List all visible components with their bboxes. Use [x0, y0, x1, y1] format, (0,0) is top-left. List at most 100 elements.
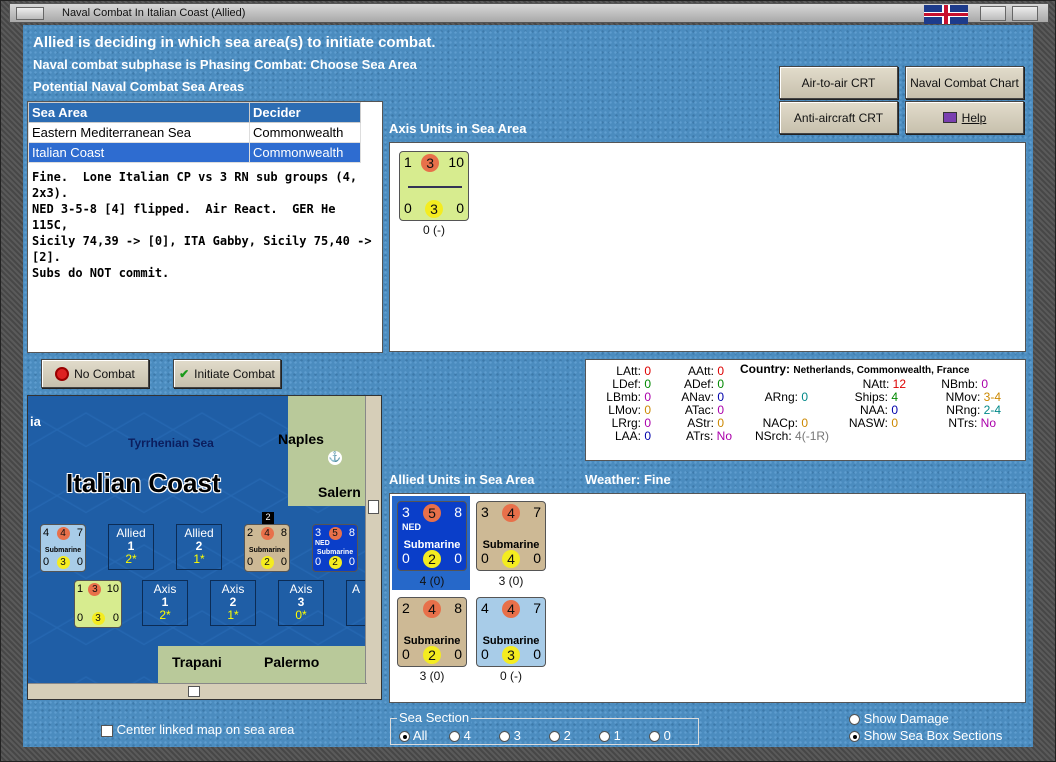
minimize-button[interactable]: [980, 6, 1006, 21]
counter-range: 2: [260, 556, 274, 569]
sea-section-4[interactable]: 4: [449, 728, 471, 743]
combat-note: Fine. Lone Italian CP vs 3 RN sub groups…: [32, 170, 372, 280]
anti-aircraft-label: Anti-aircraft CRT: [793, 110, 884, 125]
radio-1[interactable]: [599, 731, 610, 743]
scroll-thumb[interactable]: [368, 500, 379, 514]
counter-asw: 0: [112, 612, 119, 624]
sea-section-0[interactable]: 0: [649, 728, 671, 743]
box-stars: 1*: [227, 608, 239, 622]
box-stars: 1*: [193, 552, 205, 566]
map-vertical-scrollbar[interactable]: [365, 396, 381, 699]
counter-asw: 0: [533, 550, 541, 566]
show-boxes-option[interactable]: Show Sea Box Sections: [849, 728, 1002, 743]
box-side: A: [351, 582, 360, 596]
radio-4[interactable]: [449, 731, 460, 743]
sea-section-group: Sea Section All 4 3 2 1 0: [390, 710, 699, 745]
sea-box-axis-3[interactable]: Axis 3 0*: [278, 580, 324, 626]
sea-box-allied-1[interactable]: Allied 1 2*: [108, 524, 154, 570]
sea-section-3[interactable]: 3: [499, 728, 521, 743]
sea-section-1[interactable]: 1: [599, 728, 621, 743]
initiate-combat-button[interactable]: ✔ Initiate Combat: [173, 359, 281, 388]
sea-name-label: Tyrrhenian Sea: [128, 436, 214, 450]
city-naples: Naples: [278, 431, 324, 447]
sea-section-2[interactable]: 2: [549, 728, 571, 743]
table-row-selected[interactable]: Italian Coast Commonwealth: [28, 142, 361, 163]
stat-nrng: 2-4: [983, 403, 1001, 417]
counter-range: 3: [91, 612, 105, 625]
scroll-thumb[interactable]: [188, 686, 200, 697]
col-decider[interactable]: Decider: [249, 102, 361, 123]
city-salerno: Salern: [318, 484, 361, 500]
radio-0[interactable]: [649, 731, 660, 743]
stat-nmov-label: NMov:: [945, 390, 981, 404]
axis-unit-counter[interactable]: 1 3 10 030: [399, 151, 469, 221]
cell-decider: Commonwealth: [249, 122, 361, 143]
no-entry-icon: [55, 366, 70, 381]
stat-anav-label: ANav:: [681, 390, 714, 404]
allied-unit-counter[interactable]: 358 NED Submarine 020: [397, 501, 467, 571]
stat-lbmb-label: LBmb:: [606, 390, 641, 404]
area-name-label: Italian Coast: [66, 468, 221, 498]
map-counter[interactable]: 1 3 10 030: [74, 580, 122, 628]
sea-box-axis-4[interactable]: A: [346, 580, 366, 626]
col-sea-area[interactable]: Sea Area: [28, 102, 250, 123]
counter-nation: NED: [315, 540, 330, 547]
stat-ntrs-label: NTrs:: [948, 416, 978, 430]
sea-box-axis-2[interactable]: Axis 2 1*: [210, 580, 256, 626]
stack-count-badge: 2: [262, 512, 274, 524]
map-horizontal-scrollbar[interactable]: [28, 683, 367, 699]
stat-nasw: 0: [891, 416, 898, 430]
allied-unit-counter[interactable]: 248 Submarine 020: [397, 597, 467, 667]
no-combat-button[interactable]: No Combat: [41, 359, 149, 388]
linked-map[interactable]: ia Tyrrhenian Sea Italian Coast Naples S…: [27, 395, 382, 700]
map-counter[interactable]: 447 Submarine 030: [40, 524, 86, 572]
radio-3[interactable]: [499, 731, 510, 743]
table-row[interactable]: Eastern Mediterranean Sea Commonwealth: [28, 122, 361, 143]
map-counter[interactable]: 248 Submarine 020: [244, 524, 290, 572]
status-line: Allied is deciding in which sea area(s) …: [33, 34, 436, 51]
counter-aa: 0: [247, 556, 254, 568]
window-menu-icon[interactable]: [16, 7, 44, 20]
sea-box-allied-2[interactable]: Allied 2 1*: [176, 524, 222, 570]
show-damage-option[interactable]: Show Damage: [849, 711, 949, 726]
counter-asw: 0: [280, 556, 287, 568]
counter-defense: 5: [423, 504, 441, 522]
allied-unit-caption: 0 (-): [500, 669, 522, 683]
counter-attack: 4: [481, 600, 489, 616]
radio-all[interactable]: [399, 731, 410, 743]
counter-aa: 0: [481, 646, 489, 662]
naval-combat-chart-button[interactable]: Naval Combat Chart: [905, 66, 1024, 99]
show-boxes-radio[interactable]: [849, 731, 860, 743]
counter-attack: 3: [481, 504, 489, 520]
counter-range: 2: [328, 556, 342, 569]
anti-aircraft-crt-button[interactable]: Anti-aircraft CRT: [779, 101, 898, 134]
counter-range: 3: [56, 556, 70, 569]
counter-attack: 3: [402, 504, 410, 520]
stat-natt: 12: [892, 377, 906, 391]
counter-defense: 4: [502, 600, 520, 618]
map-counter[interactable]: 358 NED Submarine 020: [312, 524, 358, 572]
city-palermo: Palermo: [264, 654, 320, 670]
city-trapani: Trapani: [172, 654, 222, 670]
air-to-air-crt-button[interactable]: Air-to-air CRT: [779, 66, 898, 99]
stat-atrs: No: [716, 429, 732, 443]
stat-ldef-label: LDef:: [612, 377, 641, 391]
allied-unit-caption: 3 (0): [498, 574, 524, 588]
counter-type: Submarine: [248, 547, 286, 554]
center-map-checkbox[interactable]: [101, 724, 113, 737]
counter-range: 2: [423, 550, 441, 568]
sea-section-all[interactable]: All: [399, 728, 427, 743]
counter-asw: 0: [454, 550, 462, 566]
radio-2[interactable]: [549, 731, 560, 743]
allied-unit-counter[interactable]: 347 Submarine 040: [476, 501, 546, 571]
allied-unit-counter[interactable]: 447 Submarine 030: [476, 597, 546, 667]
help-button[interactable]: Help: [905, 101, 1024, 134]
subphase-line: Naval combat subphase is Phasing Combat:…: [33, 57, 417, 72]
sea-box-axis-1[interactable]: Axis 1 2*: [142, 580, 188, 626]
stat-atac-label: ATac:: [684, 403, 714, 417]
close-button[interactable]: [1012, 6, 1038, 21]
center-map-checkbox-row[interactable]: Center linked map on sea area: [101, 722, 294, 737]
no-combat-label: No Combat: [74, 366, 135, 381]
counter-aa: 0: [402, 550, 410, 566]
show-damage-radio[interactable]: [849, 714, 860, 726]
